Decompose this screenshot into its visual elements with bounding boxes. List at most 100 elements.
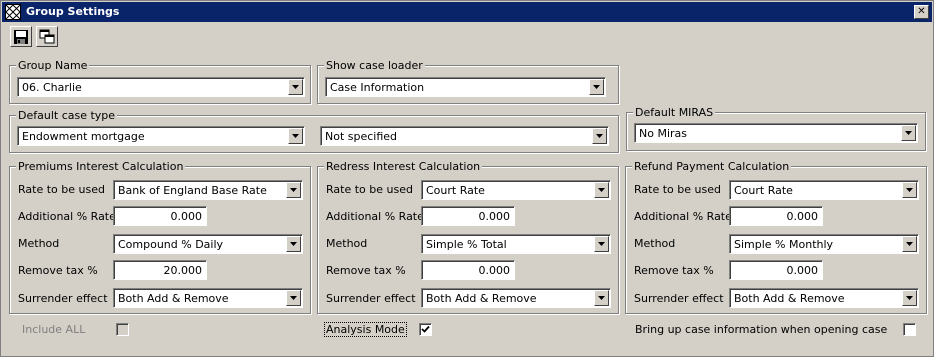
redress-surrender-select[interactable]: Both Add & Remove [421, 288, 611, 308]
checkmark-icon [421, 325, 430, 333]
premiums-additional-input[interactable]: 0.000 [113, 206, 207, 226]
premiums-rate-select[interactable]: Bank of England Base Rate [113, 180, 303, 200]
chevron-down-icon [906, 188, 913, 192]
chevron-down-icon [593, 85, 600, 89]
redress-remove-tax-label: Remove tax % [326, 264, 406, 277]
bring-up-case-info-checkbox[interactable] [903, 323, 916, 336]
chevron-down-icon [598, 188, 605, 192]
premiums-additional-value: 0.000 [170, 210, 203, 223]
refund-method-label: Method [634, 237, 676, 250]
refund-remove-tax-input[interactable]: 0.000 [729, 260, 823, 280]
redress-surrender-dropdown-button[interactable] [594, 290, 609, 306]
refund-additional-label: Additional % Rate [634, 210, 732, 223]
bring-up-case-info-label: Bring up case information when opening c… [635, 323, 888, 336]
analysis-mode-checkbox[interactable] [419, 323, 432, 336]
refund-method-dropdown-button[interactable] [902, 236, 917, 252]
group-name-legend: Group Name [16, 59, 90, 72]
include-all-checkbox[interactable] [116, 323, 129, 336]
redress-rate-select[interactable]: Court Rate [421, 180, 611, 200]
premiums-surrender-label: Surrender effect [18, 292, 108, 305]
refund-payment-groupbox: Refund Payment Calculation Rate to be us… [625, 160, 927, 314]
close-icon: ✕ [917, 6, 926, 17]
premiums-remove-tax-input[interactable]: 20.000 [113, 260, 207, 280]
include-all-label: Include ALL [22, 323, 86, 336]
chevron-down-icon [290, 296, 297, 300]
premiums-surrender-select[interactable]: Both Add & Remove [113, 288, 303, 308]
chevron-down-icon [290, 188, 297, 192]
show-case-loader-value: Case Information [330, 81, 425, 94]
redress-rate-value: Court Rate [426, 184, 485, 197]
premiums-surrender-dropdown-button[interactable] [286, 290, 301, 306]
chevron-down-icon [598, 242, 605, 246]
refund-surrender-label: Surrender effect [634, 292, 724, 305]
premiums-method-select[interactable]: Compound % Daily [113, 234, 303, 254]
case-subtype-value: Not specified [325, 130, 398, 143]
redress-remove-tax-input[interactable]: 0.000 [421, 260, 515, 280]
premiums-rate-dropdown-button[interactable] [286, 182, 301, 198]
refund-surrender-dropdown-button[interactable] [902, 290, 917, 306]
chevron-down-icon [292, 134, 299, 138]
window-title: Group Settings [26, 5, 120, 18]
redress-additional-input[interactable]: 0.000 [421, 206, 515, 226]
refund-remove-tax-label: Remove tax % [634, 264, 714, 277]
default-miras-legend: Default MIRAS [633, 106, 716, 119]
title-bar[interactable]: Group Settings ✕ [2, 2, 932, 22]
default-miras-select[interactable]: No Miras [634, 123, 918, 143]
group-name-groupbox: Group Name 06. Charlie [9, 59, 311, 104]
refund-method-select[interactable]: Simple % Monthly [729, 234, 919, 254]
group-name-select[interactable]: 06. Charlie [17, 77, 305, 97]
redress-method-value: Simple % Total [426, 238, 507, 251]
show-case-loader-select[interactable]: Case Information [325, 77, 606, 97]
window-icon [5, 4, 21, 20]
chevron-down-icon [290, 242, 297, 246]
default-miras-dropdown-button[interactable] [901, 125, 916, 141]
chevron-down-icon [906, 242, 913, 246]
analysis-mode-label[interactable]: Analysis Mode [324, 322, 407, 337]
redress-rate-dropdown-button[interactable] [594, 182, 609, 198]
redress-method-select[interactable]: Simple % Total [421, 234, 611, 254]
premiums-rate-label: Rate to be used [18, 183, 105, 196]
chevron-down-icon [905, 131, 912, 135]
default-case-type-select[interactable]: Endowment mortgage [17, 126, 305, 146]
default-case-type-groupbox: Default case type Endowment mortgage Not… [9, 109, 619, 153]
redress-remove-tax-value: 0.000 [478, 264, 511, 277]
refund-surrender-value: Both Add & Remove [734, 292, 845, 305]
redress-additional-value: 0.000 [478, 210, 511, 223]
show-case-loader-dropdown-button[interactable] [589, 79, 604, 95]
premiums-method-label: Method [18, 237, 60, 250]
refund-additional-input[interactable]: 0.000 [729, 206, 823, 226]
redress-rate-label: Rate to be used [326, 183, 413, 196]
premiums-interest-groupbox: Premiums Interest Calculation Rate to be… [9, 160, 311, 314]
group-name-value: 06. Charlie [22, 81, 82, 94]
case-subtype-select[interactable]: Not specified [320, 126, 609, 146]
default-case-type-dropdown-button[interactable] [288, 128, 303, 144]
premiums-surrender-value: Both Add & Remove [118, 292, 229, 305]
refund-rate-value: Court Rate [734, 184, 793, 197]
save-button[interactable] [10, 26, 32, 47]
premiums-method-dropdown-button[interactable] [286, 236, 301, 252]
group-name-dropdown-button[interactable] [288, 79, 303, 95]
premiums-additional-label: Additional % Rate [18, 210, 116, 223]
default-case-type-legend: Default case type [16, 109, 118, 122]
redress-method-label: Method [326, 237, 368, 250]
close-button[interactable]: ✕ [914, 5, 929, 19]
default-case-type-value: Endowment mortgage [22, 130, 145, 143]
redress-method-dropdown-button[interactable] [594, 236, 609, 252]
redress-surrender-label: Surrender effect [326, 292, 416, 305]
copy-windows-icon [39, 29, 55, 44]
show-case-loader-legend: Show case loader [324, 59, 425, 72]
copy-windows-button[interactable] [36, 26, 58, 47]
redress-surrender-value: Both Add & Remove [426, 292, 537, 305]
chevron-down-icon [598, 296, 605, 300]
premiums-interest-legend: Premiums Interest Calculation [16, 160, 186, 173]
chevron-down-icon [292, 85, 299, 89]
chevron-down-icon [906, 296, 913, 300]
refund-surrender-select[interactable]: Both Add & Remove [729, 288, 919, 308]
show-case-loader-groupbox: Show case loader Case Information [317, 59, 619, 104]
refund-rate-select[interactable]: Court Rate [729, 180, 919, 200]
redress-additional-label: Additional % Rate [326, 210, 424, 223]
refund-rate-dropdown-button[interactable] [902, 182, 917, 198]
redress-interest-legend: Redress Interest Calculation [324, 160, 483, 173]
group-settings-window: Group Settings ✕ Group Name 06. Charlie [0, 0, 934, 357]
case-subtype-dropdown-button[interactable] [592, 128, 607, 144]
